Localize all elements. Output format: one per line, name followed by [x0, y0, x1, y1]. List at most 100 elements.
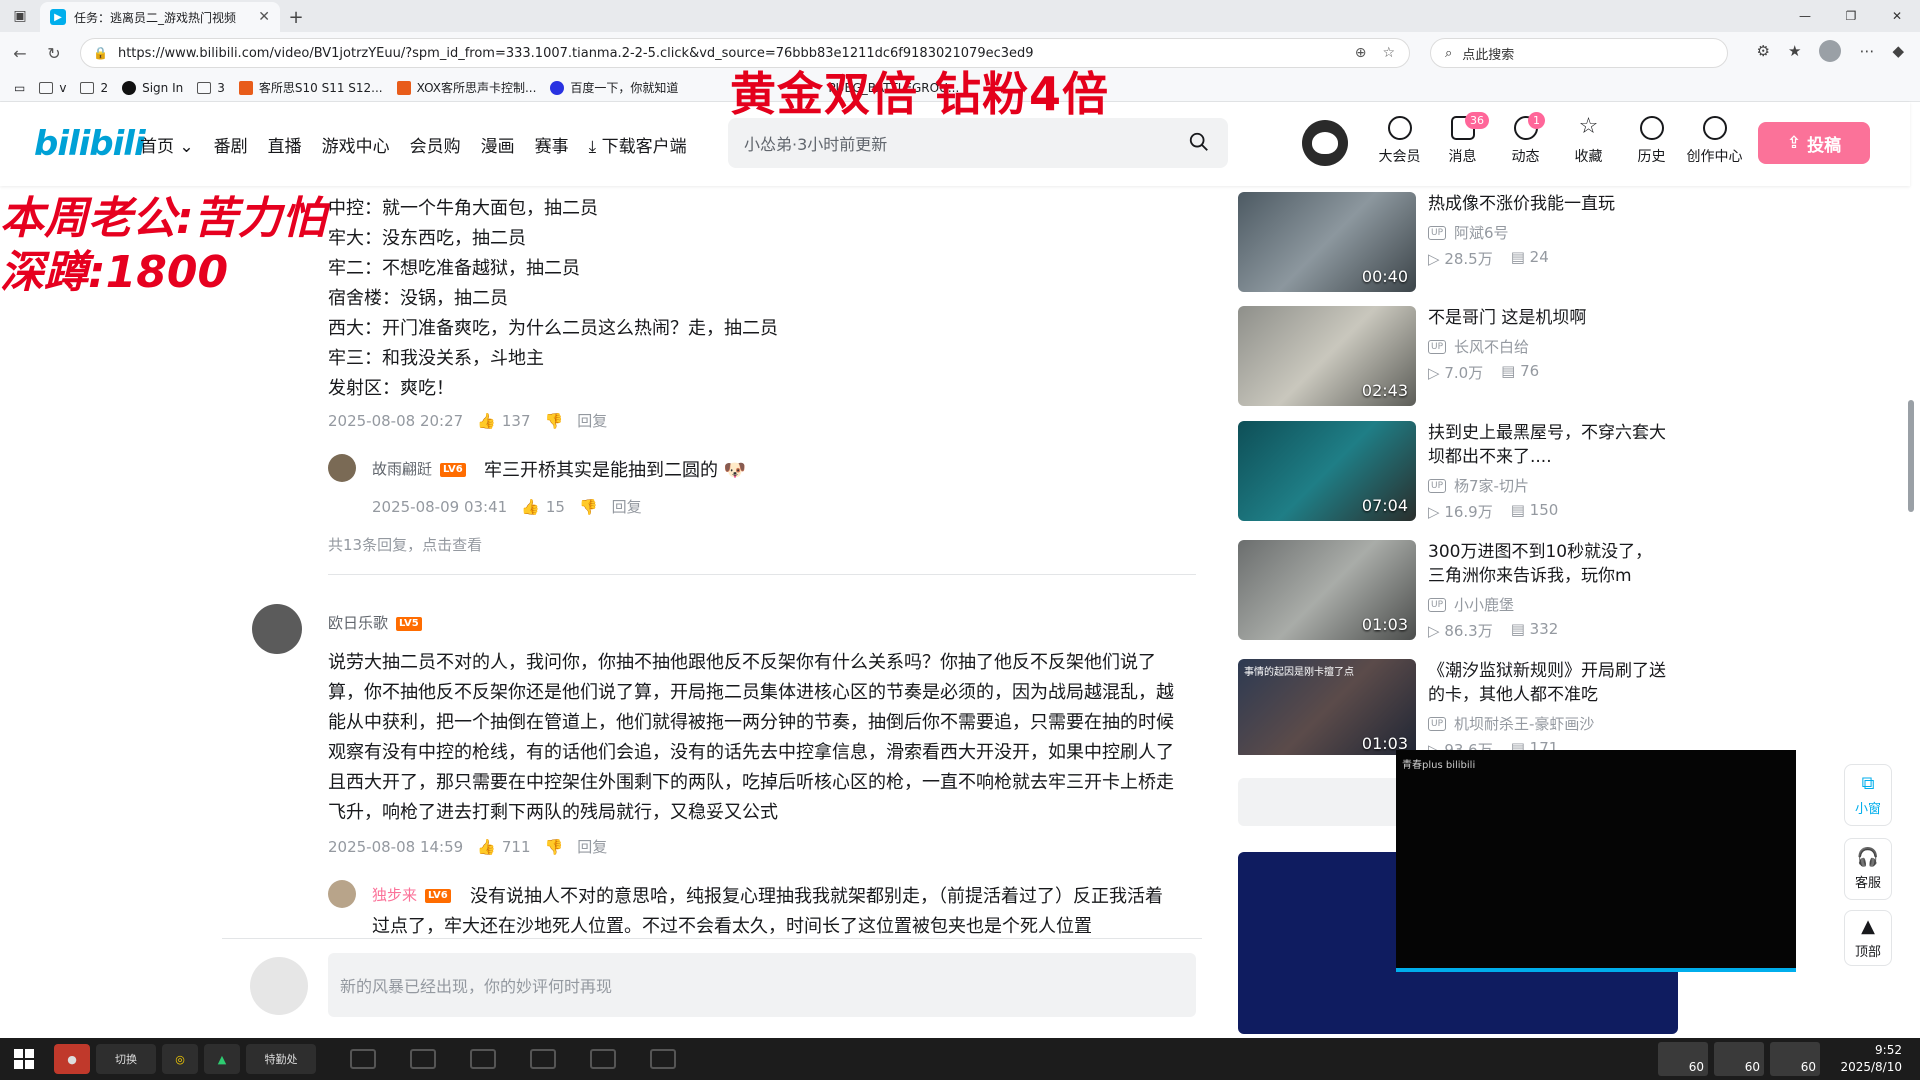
- upload-button[interactable]: ⇪ 投稿: [1758, 122, 1870, 164]
- dislike-button[interactable]: 👎: [545, 838, 564, 856]
- page-scrollbar[interactable]: [1906, 108, 1916, 1032]
- system-clock[interactable]: 9:52 2025/8/10: [1840, 1042, 1902, 1076]
- bookmark-folder-3[interactable]: 3: [197, 81, 225, 95]
- video-title[interactable]: 热成像不涨价我能一直玩: [1428, 192, 1668, 216]
- video-uploader[interactable]: UP 阿斌6号: [1428, 222, 1509, 243]
- comment-input[interactable]: 新的风暴已经出现，你的妙评何时再现: [328, 953, 1196, 1017]
- taskbar-app-icon[interactable]: ▲: [204, 1044, 240, 1074]
- video-title[interactable]: 《潮汐监狱新规则》开局刷了送的卡，其他人都不准吃: [1428, 659, 1668, 707]
- recommended-video[interactable]: 02:43 不是哥门 这是机坝啊 UP 长风不白给 ▷ 7.0万 ▤ 76: [1238, 306, 1678, 408]
- recommended-video[interactable]: 00:40 热成像不涨价我能一直玩 UP 阿斌6号 ▷ 28.5万 ▤ 24: [1238, 192, 1678, 294]
- more-icon[interactable]: ⋯: [1859, 42, 1874, 60]
- mini-window-button[interactable]: ⧉ 小窗: [1844, 764, 1892, 826]
- dislike-button[interactable]: 👎: [545, 412, 564, 430]
- nav-home[interactable]: 首页 ⌄: [140, 132, 194, 157]
- video-title[interactable]: 300万进图不到10秒就没了，三角洲你来告诉我，玩你m: [1428, 540, 1668, 588]
- shield-icon[interactable]: [470, 1049, 496, 1069]
- video-thumbnail[interactable]: 事情的起因是刚卡擅了点 01:03: [1238, 659, 1416, 755]
- chat-icon[interactable]: [350, 1049, 376, 1069]
- scrollbar-thumb[interactable]: [1908, 400, 1914, 512]
- messages-button[interactable]: 36 消息: [1431, 112, 1494, 166]
- video-thumbnail[interactable]: 00:40: [1238, 192, 1416, 292]
- favorites-button[interactable]: ☆ 收藏: [1557, 116, 1620, 166]
- comment-user[interactable]: 欧日乐歌 LV5: [328, 612, 422, 633]
- tray-item[interactable]: 60: [1658, 1042, 1708, 1076]
- reply-button[interactable]: 回复: [577, 410, 607, 431]
- zoom-icon[interactable]: ⊕: [1355, 45, 1367, 61]
- bookmark-baidu[interactable]: 百度一下，你就知道: [550, 79, 678, 96]
- nav-esports[interactable]: 赛事: [535, 132, 569, 157]
- nav-download[interactable]: ⤓ 下载客户端: [589, 132, 687, 157]
- video-thumbnail[interactable]: 02:43: [1238, 306, 1416, 406]
- tray-item[interactable]: 60: [1714, 1042, 1764, 1076]
- minimize-icon[interactable]: —: [1782, 0, 1828, 32]
- dynamics-button[interactable]: 1 动态: [1494, 112, 1557, 166]
- bookmark-sign-in[interactable]: Sign In: [122, 80, 183, 95]
- taskbar-app-special-ops[interactable]: 特勤处: [246, 1044, 316, 1074]
- bilibili-logo[interactable]: bilibili: [34, 124, 146, 164]
- video-title[interactable]: 不是哥门 这是机坝啊: [1428, 306, 1668, 330]
- calendar-icon[interactable]: [650, 1049, 676, 1069]
- avatar[interactable]: [1302, 120, 1348, 166]
- creator-center-button[interactable]: 创作中心: [1683, 116, 1746, 166]
- view-more-replies[interactable]: 共13条回复，点击查看: [328, 534, 482, 555]
- sub-comment-user[interactable]: 故雨翩跹 LV6: [372, 458, 466, 479]
- taskbar-app-icon[interactable]: ◎: [162, 1044, 198, 1074]
- video-uploader[interactable]: UP 杨7家-切片: [1428, 475, 1529, 496]
- new-tab-icon[interactable]: +: [280, 2, 312, 32]
- avatar[interactable]: [252, 604, 302, 654]
- dislike-button[interactable]: 👎: [579, 498, 598, 516]
- bookmark-kesuosi-2[interactable]: XOX客所思声卡控制...: [396, 79, 536, 96]
- avatar[interactable]: [328, 454, 356, 482]
- tray-item[interactable]: 60: [1770, 1042, 1820, 1076]
- sub-comment-user[interactable]: 独步来 LV6: [372, 884, 451, 905]
- bookmark-folder-2[interactable]: 2: [80, 81, 108, 95]
- video-title[interactable]: 扶到史上最黑屋号，不穿六套大坝都出不来了....: [1428, 421, 1668, 469]
- gift-icon[interactable]: [410, 1049, 436, 1069]
- taskbar-app-icon[interactable]: ●: [54, 1044, 90, 1074]
- nav-shop[interactable]: 会员购: [410, 132, 461, 157]
- tab-actions-icon[interactable]: ▣: [0, 0, 40, 32]
- nav-bangumi[interactable]: 番剧: [214, 132, 248, 157]
- video-uploader[interactable]: UP 小小鹿堡: [1428, 594, 1514, 615]
- browser-search-field[interactable]: ⌕ 点此搜索: [1430, 38, 1728, 68]
- video-thumbnail[interactable]: 01:03: [1238, 540, 1416, 640]
- recommended-video[interactable]: 07:04 扶到史上最黑屋号，不穿六套大坝都出不来了.... UP 杨7家-切片 …: [1238, 421, 1678, 523]
- bookmark-icon[interactable]: ▭: [14, 81, 25, 95]
- reply-button[interactable]: 回复: [612, 496, 642, 517]
- site-search-input[interactable]: 小怂弟·3小时前更新: [728, 118, 1228, 168]
- video-uploader[interactable]: UP 长风不白给: [1428, 336, 1529, 357]
- bookmark-folder-v[interactable]: v: [39, 81, 66, 95]
- favorite-star-icon[interactable]: ☆: [1382, 45, 1395, 61]
- customer-service-button[interactable]: 🎧 客服: [1844, 838, 1892, 900]
- back-icon[interactable]: ←: [6, 39, 34, 67]
- taskbar-app-switch[interactable]: 切换: [96, 1044, 156, 1074]
- profile-icon[interactable]: [1819, 40, 1842, 62]
- extension-icon[interactable]: ⚙: [1757, 42, 1770, 60]
- vip-button[interactable]: 大会员: [1368, 116, 1431, 166]
- refresh-icon[interactable]: ↻: [40, 39, 68, 67]
- close-window-icon[interactable]: ✕: [1874, 0, 1920, 32]
- recommended-video[interactable]: 01:03 300万进图不到10秒就没了，三角洲你来告诉我，玩你m UP 小小鹿堡…: [1238, 540, 1678, 642]
- bookmark-kesuosi-1[interactable]: 客所思S10 S11 S12...: [238, 79, 383, 96]
- nav-live[interactable]: 直播: [268, 132, 302, 157]
- search-icon[interactable]: [1188, 131, 1210, 153]
- recommended-video[interactable]: 事情的起因是刚卡擅了点 01:03 《潮汐监狱新规则》开局刷了送的卡，其他人都不…: [1238, 659, 1678, 755]
- windows-start-icon[interactable]: [0, 1038, 48, 1080]
- reply-button[interactable]: 回复: [577, 836, 607, 857]
- like-button[interactable]: 👍 137: [477, 412, 530, 430]
- nav-game-center[interactable]: 游戏中心: [322, 132, 390, 157]
- badge-icon[interactable]: [590, 1049, 616, 1069]
- back-to-top-button[interactable]: ▲ 顶部: [1844, 910, 1892, 966]
- restore-icon[interactable]: ❐: [1828, 0, 1874, 32]
- video-uploader[interactable]: UP 机坝耐杀王-豪虾画沙: [1428, 713, 1594, 734]
- browser-tab[interactable]: ▶ 任务：逃离员二_游戏热门视频 ✕: [40, 2, 280, 32]
- copilot-icon[interactable]: ◆: [1892, 42, 1904, 60]
- like-button[interactable]: 👍 15: [521, 498, 565, 516]
- video-thumbnail[interactable]: 07:04: [1238, 421, 1416, 521]
- avatar[interactable]: [328, 880, 356, 908]
- nav-manga[interactable]: 漫画: [481, 132, 515, 157]
- favorites-icon[interactable]: ★: [1788, 42, 1801, 60]
- tab-close-icon[interactable]: ✕: [258, 9, 270, 25]
- cart-icon[interactable]: [530, 1049, 556, 1069]
